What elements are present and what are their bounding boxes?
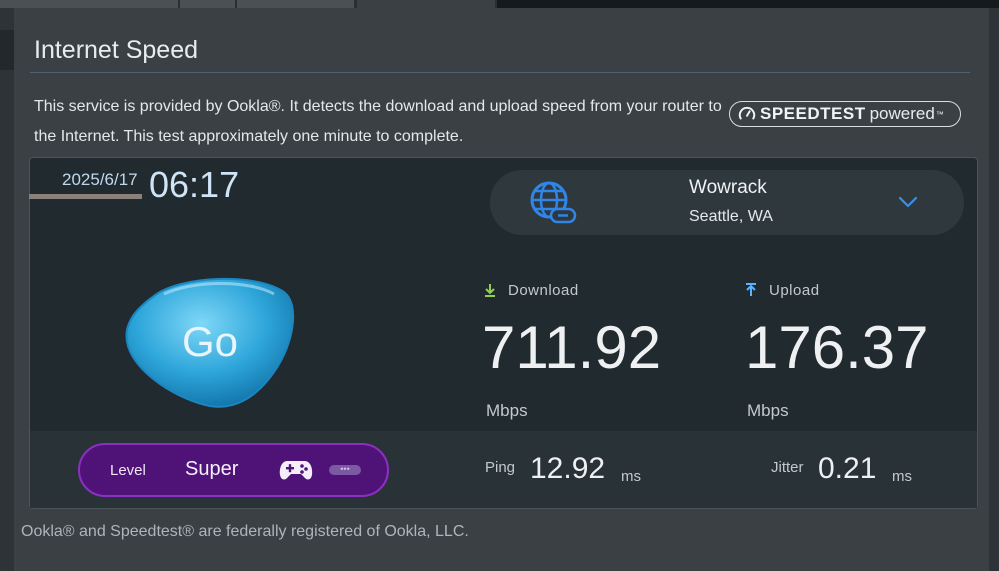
server-selector[interactable]: Wowrack Seattle, WA — [490, 170, 964, 235]
test-date: 2025/6/17 — [62, 170, 138, 189]
upload-unit: Mbps — [747, 401, 789, 420]
server-name: Wowrack — [689, 177, 767, 198]
jitter-label: Jitter — [771, 459, 804, 476]
level-label: Level — [110, 462, 146, 479]
tab-internet-speed-active[interactable] — [357, 0, 496, 8]
upload-label: Upload — [769, 282, 820, 299]
globe-link-icon — [530, 181, 577, 224]
page-title: Internet Speed — [34, 36, 199, 64]
test-time: 06:17 — [149, 164, 240, 205]
go-label: Go — [181, 318, 239, 365]
download-arrow-icon — [485, 284, 495, 297]
tab-3[interactable] — [237, 0, 355, 8]
ookla-footer-note: Ookla® and Speedtest® are federally regi… — [21, 523, 469, 540]
chevron-down-icon[interactable] — [897, 194, 919, 210]
level-pill[interactable]: Level Super ••• — [78, 443, 389, 497]
download-value: 711.92 — [482, 314, 662, 381]
upload-arrow-icon — [746, 283, 756, 296]
jitter-value: 0.21 — [818, 452, 877, 485]
go-button[interactable]: Go — [124, 274, 296, 410]
level-value: Super — [185, 458, 239, 480]
ping-label: Ping — [485, 459, 516, 476]
left-edge-shade — [0, 30, 14, 70]
service-description: This service is provided by Ookla®. It d… — [34, 98, 722, 145]
download-unit: Mbps — [486, 401, 528, 420]
upload-value: 176.37 — [745, 314, 929, 381]
speedtest-brand: SPEEDTEST — [760, 104, 866, 123]
download-label: Download — [508, 282, 579, 299]
trademark-mark: ™ — [935, 109, 944, 119]
left-edge — [0, 8, 14, 571]
powered-text: powered — [869, 104, 935, 123]
gamepad-icon — [279, 461, 313, 480]
jitter-unit: ms — [892, 468, 912, 485]
speed-gauge-icon — [738, 106, 756, 120]
tab-1[interactable] — [0, 0, 179, 8]
server-location: Seattle, WA — [689, 208, 773, 225]
ping-unit: ms — [621, 468, 641, 485]
top-tab-strip — [0, 0, 999, 8]
title-divider — [30, 72, 970, 73]
more-options-icon[interactable]: ••• — [329, 465, 361, 475]
tab-2[interactable] — [180, 0, 236, 8]
tab-strip-filler — [497, 0, 999, 8]
speedtest-powered-badge: SPEEDTEST powered ™ — [729, 101, 961, 127]
ping-value: 12.92 — [530, 452, 606, 485]
right-edge — [989, 8, 999, 571]
date-underline — [29, 194, 142, 199]
